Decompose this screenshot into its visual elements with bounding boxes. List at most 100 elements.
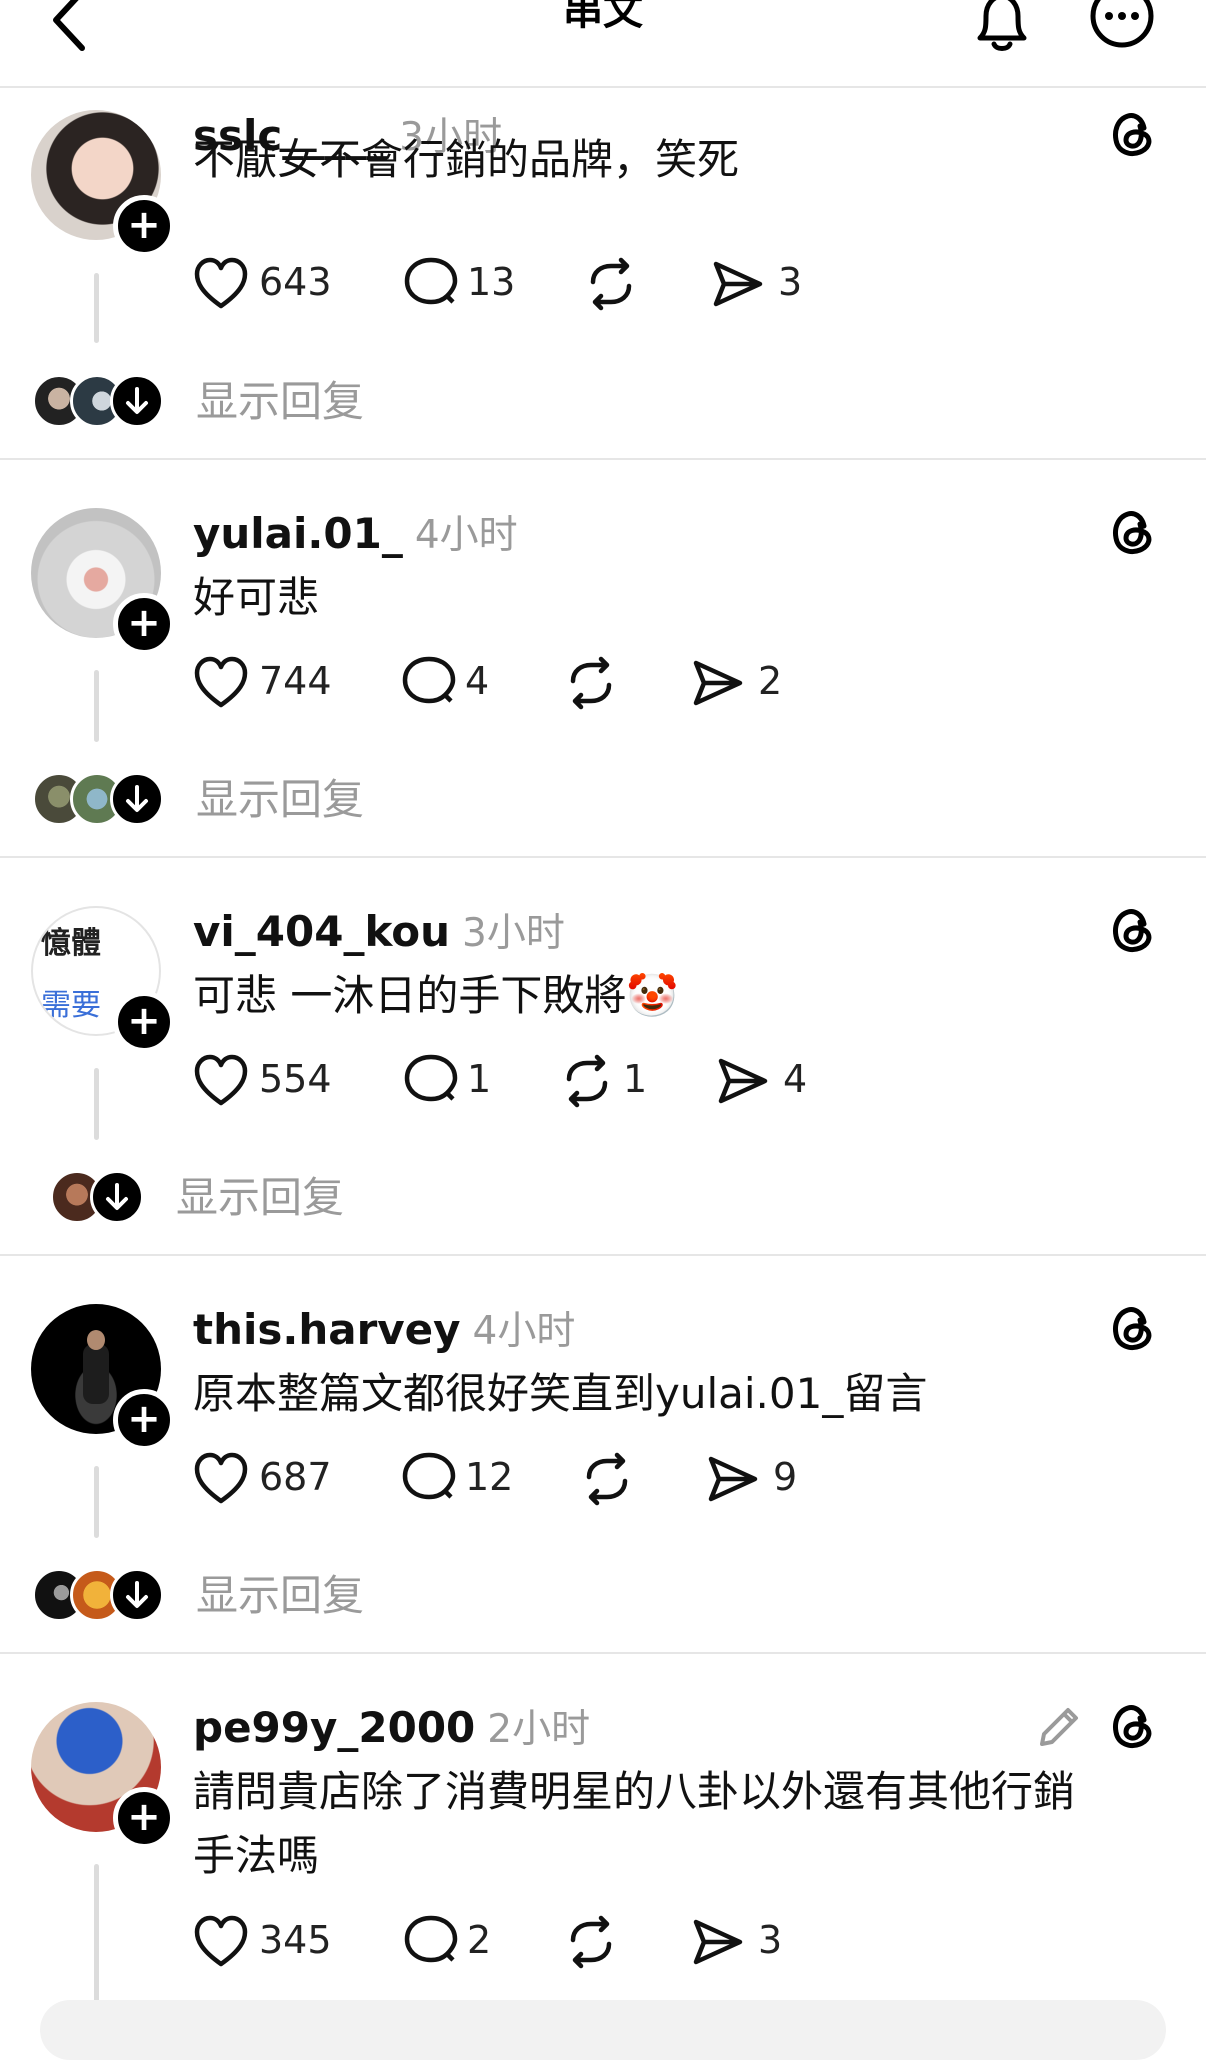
- show-replies-link[interactable]: 显示回复: [196, 368, 364, 429]
- reply-post: + pe99y_2000 2小时 請問貴店除了消費明星的八卦以外還有其他行銷 手法…: [0, 1654, 1206, 2021]
- share-button[interactable]: 9: [705, 1451, 805, 1511]
- post-text-line: 請問貴店除了消費明星的八卦以外還有其他行銷: [193, 1767, 1076, 1816]
- follow-button[interactable]: +: [113, 1787, 175, 1849]
- share-button[interactable]: 3: [690, 1914, 790, 1974]
- threads-logo-icon[interactable]: [1108, 1302, 1158, 1354]
- reply-post: 憶體 需要 + vi_404_kou 3小时 可悲 一沐日的手下敗將🤡 554 1…: [0, 858, 1206, 1256]
- share-count: 3: [778, 260, 803, 304]
- post-header: this.harvey 4小时: [193, 1300, 575, 1356]
- post-header: yulai.01_ 4小时: [193, 504, 518, 560]
- heart-icon: [194, 656, 248, 708]
- share-button[interactable]: 3: [710, 256, 810, 316]
- like-count: 687: [259, 1455, 332, 1499]
- repost-count: 1: [623, 1057, 648, 1101]
- thread-line: [94, 1864, 99, 2004]
- comment-button[interactable]: 1: [403, 1053, 503, 1113]
- timestamp: 4小时: [472, 1309, 576, 1354]
- reply-avatars[interactable]: [32, 374, 172, 430]
- username[interactable]: vi_404_kou: [193, 907, 450, 956]
- heart-icon: [194, 1915, 248, 1967]
- arrow-down-icon: [110, 374, 164, 428]
- heart-icon: [194, 1452, 248, 1504]
- post-text-body: 可悲 一沐日的手下敗將: [193, 971, 627, 1020]
- like-count: 744: [259, 659, 332, 703]
- repost-button[interactable]: [579, 1451, 659, 1511]
- post-text: 原本整篇文都很好笑直到yulai.01_留言: [193, 1369, 928, 1418]
- action-bar: 554 1 1 4: [193, 1053, 893, 1113]
- avatar-text: 需要: [41, 988, 101, 1023]
- comment-button[interactable]: 13: [403, 256, 523, 316]
- follow-button[interactable]: +: [113, 1389, 175, 1451]
- plus-icon: +: [127, 1396, 161, 1442]
- username[interactable]: pe99y_2000: [193, 1703, 475, 1752]
- username[interactable]: this.harvey: [193, 1305, 461, 1354]
- share-count: 2: [758, 659, 783, 703]
- comment-button[interactable]: 12: [401, 1451, 521, 1511]
- thread-line: [94, 1068, 99, 1140]
- timestamp: 3小时: [462, 911, 565, 956]
- threads-logo-icon[interactable]: [1108, 506, 1158, 558]
- repost-button[interactable]: [563, 655, 643, 715]
- threads-logo-icon[interactable]: [1108, 1700, 1158, 1752]
- repost-icon: [566, 1054, 608, 1108]
- comment-icon: [404, 1054, 458, 1102]
- show-replies-link[interactable]: 显示回复: [176, 1164, 344, 1225]
- reply-post: + sslc_____ 3小时 不厭女不會行銷的品牌，笑死 643 13 3 显示: [0, 88, 1206, 460]
- post-text: 不厭女不會行銷的品牌，笑死: [193, 135, 740, 184]
- show-replies-link[interactable]: 显示回复: [196, 766, 364, 827]
- like-button[interactable]: 643: [193, 256, 333, 316]
- repost-icon: [570, 656, 612, 710]
- like-button[interactable]: 554: [193, 1053, 333, 1113]
- repost-button[interactable]: [583, 256, 663, 316]
- share-button[interactable]: 4: [715, 1053, 815, 1113]
- arrow-down-icon: [110, 772, 164, 826]
- share-count: 3: [758, 1918, 783, 1962]
- follow-button[interactable]: +: [113, 991, 175, 1053]
- clown-emoji: 🤡: [626, 971, 679, 1020]
- show-replies-link[interactable]: 显示回复: [196, 1562, 364, 1623]
- comment-count: 2: [467, 1918, 492, 1962]
- post-text: 請問貴店除了消費明星的八卦以外還有其他行銷 手法嗎: [193, 1760, 1153, 1888]
- repost-button[interactable]: 1: [559, 1053, 659, 1113]
- reply-post: + this.harvey 4小时 原本整篇文都很好笑直到yulai.01_留言 …: [0, 1256, 1206, 1654]
- reply-avatars[interactable]: [50, 1170, 150, 1226]
- comment-icon: [402, 1452, 456, 1500]
- repost-button[interactable]: [563, 1914, 643, 1974]
- arrow-down-icon: [90, 1170, 144, 1224]
- like-button[interactable]: 744: [193, 655, 333, 715]
- avatar-text: 憶體: [41, 926, 101, 961]
- post-text: 可悲 一沐日的手下敗將🤡: [193, 964, 1153, 1028]
- post-text-line: 手法嗎: [193, 1831, 320, 1880]
- repost-icon: [590, 257, 632, 311]
- repost-icon: [586, 1452, 628, 1506]
- reply-input-bar[interactable]: [40, 2000, 1166, 2060]
- post-header: vi_404_kou 3小时: [193, 902, 565, 958]
- share-button[interactable]: 2: [690, 655, 790, 715]
- username[interactable]: yulai.01_: [193, 509, 403, 558]
- follow-button[interactable]: +: [113, 593, 175, 655]
- heart-icon: [194, 1054, 248, 1106]
- comment-button[interactable]: 2: [403, 1914, 503, 1974]
- like-button[interactable]: 687: [193, 1451, 333, 1511]
- reply-avatars[interactable]: [32, 772, 172, 828]
- post-text: 好可悲: [193, 573, 320, 622]
- threads-logo-icon[interactable]: [1108, 904, 1158, 956]
- notifications-button[interactable]: [970, 0, 1034, 56]
- plus-icon: +: [127, 202, 161, 248]
- comment-button[interactable]: 4: [401, 655, 501, 715]
- comment-icon: [402, 656, 456, 704]
- more-options-button[interactable]: [1088, 0, 1156, 56]
- send-icon: [718, 1058, 768, 1104]
- reply-avatars[interactable]: [32, 1568, 172, 1624]
- like-button[interactable]: 345: [193, 1914, 333, 1974]
- avatar-figure: [83, 1344, 109, 1404]
- pencil-icon[interactable]: [1034, 1702, 1084, 1752]
- plus-icon: +: [127, 1794, 161, 1840]
- share-count: 4: [783, 1057, 808, 1101]
- follow-button[interactable]: +: [113, 195, 175, 257]
- bell-icon: [977, 0, 1027, 51]
- action-bar: 345 2 3: [193, 1914, 893, 1974]
- plus-icon: +: [127, 600, 161, 646]
- timestamp: 4小时: [414, 513, 518, 558]
- comment-icon: [404, 1915, 458, 1963]
